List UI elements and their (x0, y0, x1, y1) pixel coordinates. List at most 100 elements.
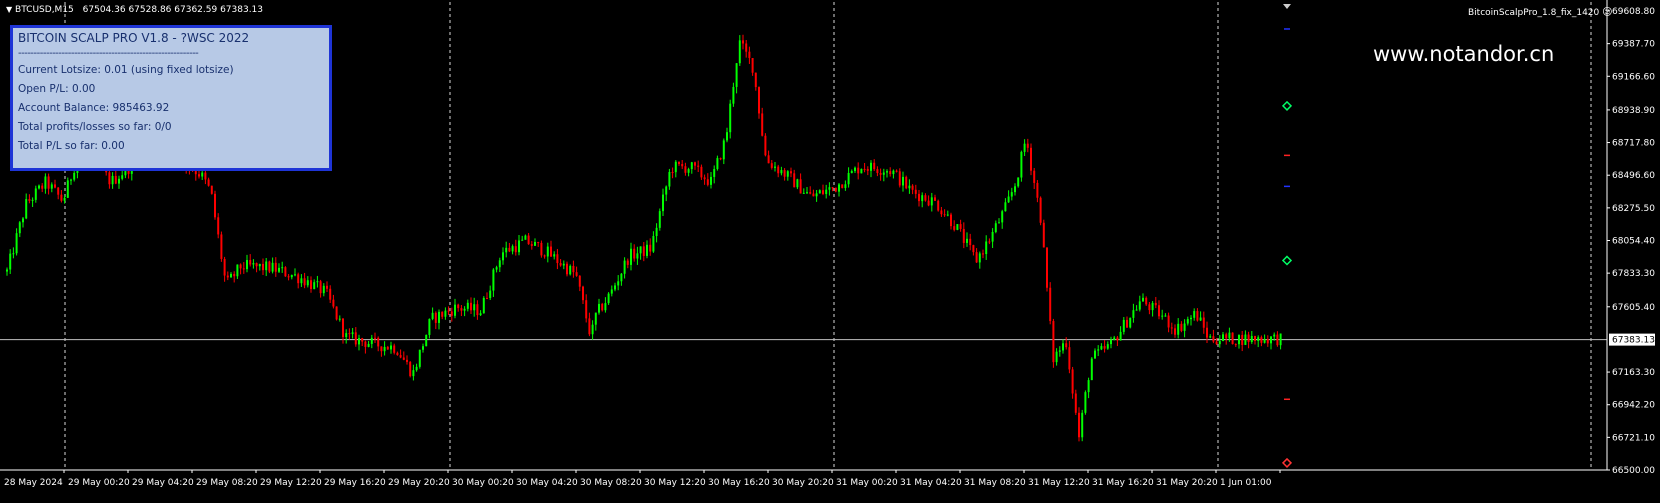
candle-body (802, 192, 805, 194)
candle-body (1017, 177, 1020, 187)
candle-body (508, 247, 511, 252)
candle-body (66, 180, 69, 198)
panel-title: BITCOIN SCALP PRO V1.8 - ?WSC 2022 (18, 31, 250, 45)
time-tick-label: 31 May 00:20 (836, 478, 898, 488)
candle-body (226, 275, 229, 278)
candle-body (758, 87, 760, 114)
candle-body (1071, 369, 1074, 394)
candle-body (646, 244, 648, 256)
candle-body (774, 166, 776, 168)
candle-body (658, 211, 661, 228)
candle-body (377, 337, 380, 347)
candle-body (860, 168, 863, 174)
candle-body (738, 40, 741, 64)
candle-body (1049, 287, 1052, 322)
candle-body (294, 274, 296, 276)
candle-body (252, 263, 255, 265)
candle-body (1132, 310, 1135, 318)
candle-body (1039, 197, 1042, 223)
candle-body (636, 253, 639, 259)
price-tick-label: 68496.60 (1612, 171, 1655, 181)
candle-body (610, 289, 613, 294)
candle-body (556, 254, 559, 264)
chevron-down-icon[interactable]: ▼ (6, 5, 12, 14)
candle-body (1263, 339, 1266, 343)
candle-body (694, 162, 696, 166)
candle-body (975, 252, 978, 263)
candle-body (825, 189, 828, 194)
candle-body (1090, 358, 1093, 381)
price-tick-label: 68054.40 (1612, 237, 1655, 247)
candle-body (383, 346, 386, 352)
candle-body (1238, 335, 1240, 345)
candle-body (1167, 315, 1170, 328)
candle-body (335, 306, 338, 320)
candle-body (1202, 317, 1205, 328)
signal-diamond-icon (1281, 457, 1293, 468)
candle-body (332, 299, 335, 307)
candle-body (1180, 323, 1183, 331)
candle-body (370, 337, 373, 344)
candle-body (674, 161, 677, 173)
candle-body (748, 51, 751, 59)
candle-body (521, 239, 524, 241)
candle-body (367, 343, 370, 347)
candle-body (505, 247, 508, 253)
candle-body (1110, 339, 1112, 345)
candle-body (745, 43, 748, 52)
chart-area[interactable]: 69608.80 69387.70 69166.60 68938.90 68717.80… (0, 0, 1660, 499)
candle-body (1228, 332, 1231, 339)
candle-body (412, 370, 415, 377)
candle-body (201, 172, 204, 177)
candle-body (418, 349, 421, 367)
price-tick-label: 67163.30 (1612, 368, 1655, 378)
candle-body (809, 192, 812, 194)
candle-body (940, 210, 943, 215)
candle-body (982, 253, 984, 255)
candle-body (543, 255, 546, 257)
candle-body (438, 311, 440, 323)
candle-body (956, 224, 959, 230)
candle-body (1126, 319, 1128, 328)
candle-body (409, 361, 412, 377)
candle-body (431, 312, 434, 319)
candle-body (402, 357, 405, 360)
candle-body (345, 333, 348, 338)
candle-body (319, 281, 322, 294)
candle-body (1177, 323, 1180, 335)
candle-body (630, 248, 632, 265)
candle-body (22, 218, 24, 223)
candle-body (908, 185, 911, 189)
candle-body (1097, 349, 1100, 351)
candle-body (1074, 393, 1077, 413)
price-tick-label: 66500.00 (1612, 466, 1655, 476)
candle-body (716, 158, 719, 170)
candle-body (351, 332, 354, 335)
candle-body (265, 261, 268, 271)
candle-body (415, 366, 418, 371)
candle-body (943, 214, 946, 216)
candle-body (713, 169, 716, 177)
candle-body (466, 302, 469, 309)
candle-body (1001, 211, 1004, 223)
candle-body (1222, 334, 1224, 342)
candle-body (620, 273, 623, 282)
candle-body (9, 253, 12, 270)
candle-body (242, 268, 245, 270)
candle-body (671, 172, 674, 174)
candle-body (895, 170, 898, 172)
candle-body (290, 274, 293, 278)
candle-body (73, 172, 76, 180)
candle-body (284, 267, 287, 277)
candle-body (966, 238, 968, 243)
candle-body (732, 86, 735, 104)
candle-body (406, 359, 408, 362)
candle-body (329, 288, 332, 300)
price-tick-label: 67383.13 (1612, 336, 1655, 346)
candle-body (502, 252, 504, 261)
time-tick-label: 1 Jun 01:00 (1220, 478, 1272, 488)
expert-advisor-label[interactable]: BitcoinScalpPro_1.8_fix_1420 ☺ (1468, 7, 1613, 18)
candle-body (326, 285, 328, 289)
candle-body (850, 171, 853, 173)
candle-body (726, 132, 728, 141)
